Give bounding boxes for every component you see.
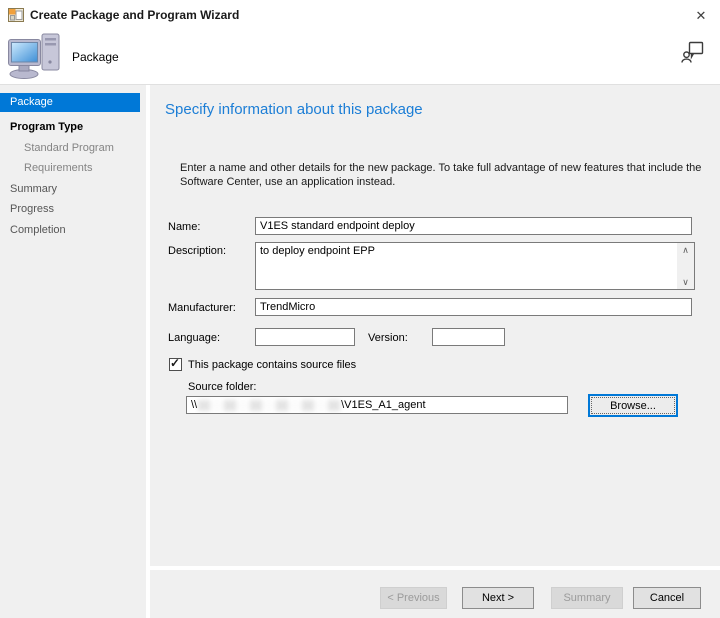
wizard-page-label: Package: [72, 50, 119, 64]
page-title: Specify information about this package: [165, 101, 423, 118]
package-computer-icon: [8, 32, 66, 80]
name-label: Name:: [168, 220, 200, 234]
name-field[interactable]: [255, 217, 692, 235]
source-path-redacted: [198, 400, 340, 411]
sidebar-item-progress: Progress: [10, 201, 54, 217]
window-title: Create Package and Program Wizard: [30, 8, 239, 22]
sidebar-item-requirements: Requirements: [24, 160, 92, 176]
wizard-step-list: Package Program Type Standard Program Re…: [0, 85, 146, 618]
description-scrollbar[interactable]: ∧ ∨: [677, 243, 694, 289]
source-folder-label: Source folder:: [188, 380, 256, 394]
version-field[interactable]: [432, 328, 505, 346]
sidebar-item-standard-program: Standard Program: [24, 140, 114, 156]
sidebar-item-summary: Summary: [10, 181, 57, 197]
sidebar-item-package: Package: [0, 93, 140, 112]
version-label: Version:: [368, 331, 408, 345]
source-path-suffix: \V1ES_A1_agent: [341, 399, 425, 411]
description-field[interactable]: to deploy endpoint EPP: [256, 243, 677, 289]
intro-text: Enter a name and other details for the n…: [180, 161, 702, 189]
language-label: Language:: [168, 331, 220, 345]
description-field-wrap: to deploy endpoint EPP ∧ ∨: [255, 242, 695, 290]
next-button[interactable]: Next >: [462, 587, 534, 609]
manufacturer-field[interactable]: [255, 298, 692, 316]
scroll-down-icon[interactable]: ∨: [677, 275, 694, 289]
browse-button[interactable]: Browse...: [588, 394, 678, 417]
language-field[interactable]: [255, 328, 355, 346]
wizard-header: Package: [0, 30, 720, 84]
footer-bar: < Previous Next > Summary Cancel: [150, 570, 720, 618]
source-path-prefix: \\: [191, 399, 197, 411]
sidebar-item-program-type: Program Type: [10, 119, 83, 135]
checkmark-icon: ✓: [170, 356, 180, 370]
summary-button: Summary: [551, 587, 623, 609]
sidebar-item-completion: Completion: [10, 222, 66, 238]
manufacturer-label: Manufacturer:: [168, 301, 236, 315]
wizard-app-icon: [8, 7, 24, 23]
main-panel: Specify information about this package E…: [150, 85, 720, 566]
cancel-button[interactable]: Cancel: [633, 587, 701, 609]
close-icon[interactable]: ✕: [690, 6, 712, 26]
title-bar: Create Package and Program Wizard ✕: [0, 0, 720, 30]
scroll-up-icon[interactable]: ∧: [677, 243, 694, 257]
previous-button: < Previous: [380, 587, 447, 609]
description-label: Description:: [168, 244, 226, 258]
create-package-wizard-window: Create Package and Program Wizard ✕: [0, 0, 720, 618]
source-folder-field[interactable]: \\ \V1ES_A1_agent: [186, 396, 568, 414]
feedback-icon[interactable]: [680, 40, 706, 66]
source-files-checkbox[interactable]: ✓: [169, 358, 182, 371]
source-files-checkbox-label[interactable]: This package contains source files: [188, 358, 356, 372]
